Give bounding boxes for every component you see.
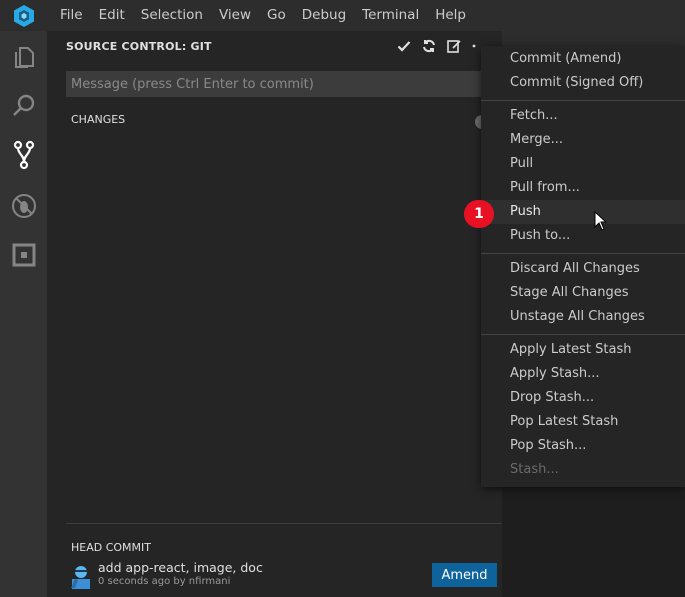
panel-actions bbox=[396, 38, 487, 54]
menu-item-apply-stash[interactable]: Apply Stash... bbox=[481, 362, 685, 386]
menu-item-pull-from[interactable]: Pull from... bbox=[481, 176, 685, 200]
menu-item-pop-latest-stash[interactable]: Pop Latest Stash bbox=[481, 410, 685, 434]
panel-title: SOURCE CONTROL: GIT bbox=[66, 40, 212, 53]
menu-item-stage-all[interactable]: Stage All Changes bbox=[481, 281, 685, 305]
menu-item-commit-amend[interactable]: Commit (Amend) bbox=[481, 47, 685, 71]
explorer-icon[interactable] bbox=[0, 33, 47, 81]
menu-item-apply-latest-stash[interactable]: Apply Latest Stash bbox=[481, 338, 685, 362]
menu-edit[interactable]: Edit bbox=[91, 0, 133, 31]
divider bbox=[66, 523, 502, 524]
menu-item-commit-signed-off[interactable]: Commit (Signed Off) bbox=[481, 71, 685, 95]
menu-file[interactable]: File bbox=[47, 0, 91, 31]
step-badge: 1 bbox=[464, 200, 494, 228]
head-commit-header: HEAD COMMIT bbox=[71, 541, 151, 554]
open-changes-icon[interactable] bbox=[446, 38, 462, 54]
head-commit-message: add app-react, image, doc bbox=[98, 560, 263, 575]
menu-item-stash: Stash... bbox=[510, 462, 559, 477]
menu-item-drop-stash[interactable]: Drop Stash... bbox=[481, 386, 685, 410]
refresh-icon[interactable] bbox=[421, 38, 437, 54]
menu-go[interactable]: Go bbox=[259, 0, 294, 31]
activity-bar bbox=[0, 31, 47, 597]
commit-check-icon[interactable] bbox=[396, 38, 412, 54]
menu-item-merge[interactable]: Merge... bbox=[481, 128, 685, 152]
menu-separator bbox=[481, 253, 685, 254]
mouse-pointer-icon bbox=[594, 210, 608, 231]
source-control-context-menu: Commit (Amend) Commit (Signed Off) Fetch… bbox=[481, 46, 685, 487]
menu-debug[interactable]: Debug bbox=[294, 0, 354, 31]
amend-button[interactable]: Amend bbox=[432, 563, 497, 587]
menu-separator bbox=[481, 100, 685, 101]
head-commit-meta: 0 seconds ago by nfirmani bbox=[98, 576, 231, 587]
menu-item-push-to[interactable]: Push to... bbox=[481, 224, 685, 248]
menu-item-discard-all[interactable]: Discard All Changes bbox=[481, 257, 685, 281]
menu-item-pull[interactable]: Pull bbox=[481, 152, 685, 176]
menu-item-unstage-all[interactable]: Unstage All Changes bbox=[481, 305, 685, 329]
menu-item-fetch[interactable]: Fetch... bbox=[481, 104, 685, 128]
debug-icon[interactable] bbox=[0, 182, 47, 230]
title-bar: File Edit Selection View Go Debug Termin… bbox=[0, 0, 685, 31]
app-logo-icon bbox=[0, 0, 47, 31]
source-control-icon[interactable] bbox=[0, 131, 47, 179]
menu-help[interactable]: Help bbox=[427, 0, 474, 31]
commit-message-input[interactable] bbox=[66, 71, 502, 97]
menu-view[interactable]: View bbox=[211, 0, 259, 31]
avatar bbox=[69, 563, 93, 589]
extensions-icon[interactable] bbox=[0, 231, 47, 279]
menu-terminal[interactable]: Terminal bbox=[354, 0, 427, 31]
source-control-panel: SOURCE CONTROL: GIT CHANGES HEAD COMMIT bbox=[47, 31, 502, 597]
menu-selection[interactable]: Selection bbox=[133, 0, 211, 31]
search-icon[interactable] bbox=[0, 82, 47, 130]
menu-separator bbox=[481, 334, 685, 335]
changes-section-header[interactable]: CHANGES bbox=[71, 113, 125, 126]
menu-item-pop-stash[interactable]: Pop Stash... bbox=[481, 434, 685, 458]
menu-bar: File Edit Selection View Go Debug Termin… bbox=[47, 0, 474, 31]
menu-item-push[interactable]: Push bbox=[481, 200, 685, 224]
